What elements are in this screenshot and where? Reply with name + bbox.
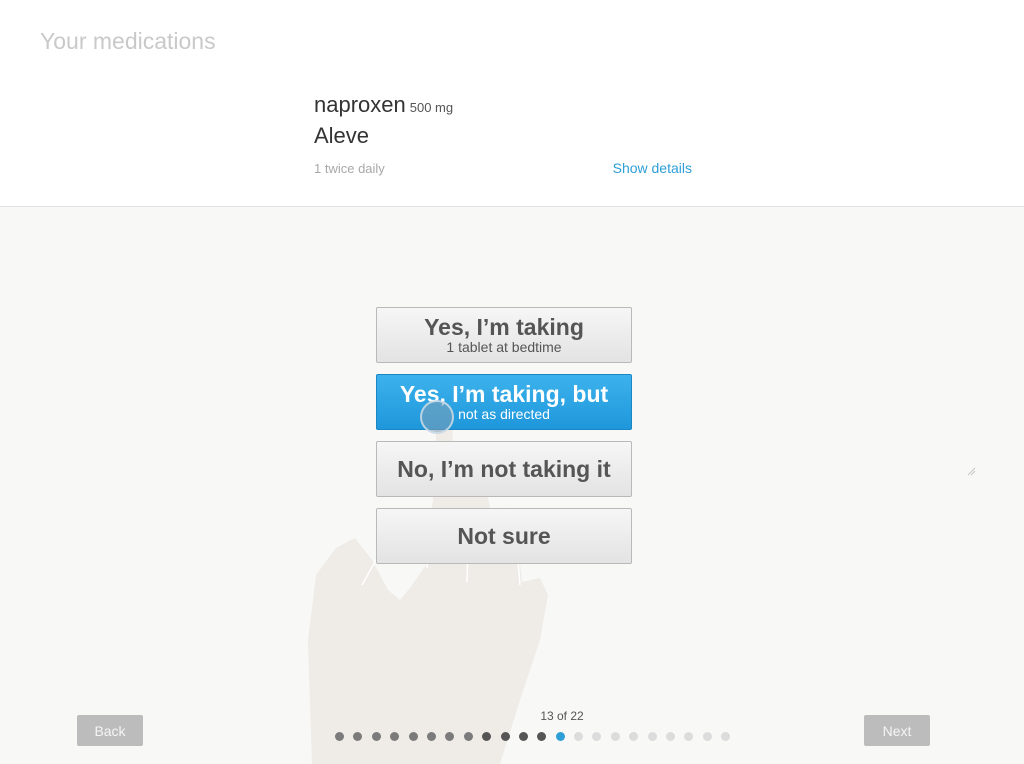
progress-dot: [555, 732, 565, 741]
option-sub-label: 1 tablet at bedtime: [446, 339, 562, 355]
medication-dose: 500 mg: [409, 100, 454, 115]
medication-generic-line: naproxen 500 mg: [314, 92, 694, 121]
next-button[interactable]: Next: [864, 715, 930, 746]
back-button[interactable]: Back: [77, 715, 143, 746]
progress-dot: [408, 732, 418, 741]
medication-generic-name: naproxen: [314, 92, 406, 117]
progress-dot: [463, 732, 473, 741]
option-main-label: Yes, I’m taking: [424, 314, 584, 340]
medication-review-screen: Your medications naproxen 500 mg Aleve 1 …: [0, 0, 1024, 764]
progress-dot: [592, 732, 602, 741]
resize-grip-icon: [966, 466, 976, 476]
option-not-taking[interactable]: No, I’m not taking it: [376, 441, 632, 497]
medication-schedule: 1 twice daily: [314, 161, 385, 176]
progress-dot: [500, 732, 510, 741]
progress-dots: [335, 732, 731, 741]
option-sub-label: not as directed: [458, 406, 550, 422]
option-main-label: No, I’m not taking it: [397, 456, 611, 482]
medication-brand-name: Aleve: [314, 123, 370, 148]
progress-dot: [721, 732, 731, 741]
progress-dot: [335, 732, 344, 741]
option-yes-not-as-directed[interactable]: Yes, I’m taking, but not as directed: [376, 374, 632, 430]
option-not-sure[interactable]: Not sure: [376, 508, 632, 564]
progress-dot: [629, 732, 639, 741]
progress-dot: [684, 732, 694, 741]
progress-dot: [666, 732, 676, 741]
progress-dot: [610, 732, 620, 741]
touch-indicator: [420, 400, 454, 434]
progress-dot: [702, 732, 712, 741]
progress-dot: [426, 732, 436, 741]
progress-dot: [482, 732, 492, 741]
option-yes-taking[interactable]: Yes, I’m taking 1 tablet at bedtime: [376, 307, 632, 363]
answer-options: Yes, I’m taking 1 tablet at bedtime Yes,…: [376, 307, 632, 575]
progress-dot: [647, 732, 657, 741]
progress-dot: [390, 732, 400, 741]
progress-dot: [445, 732, 455, 741]
progress-dot: [353, 732, 363, 741]
progress-dot: [518, 732, 528, 741]
option-main-label: Not sure: [457, 523, 551, 549]
show-details-link[interactable]: Show details: [613, 160, 692, 176]
medication-card: naproxen 500 mg Aleve 1 twice daily Show …: [314, 92, 694, 176]
page-title: Your medications: [40, 28, 216, 54]
medication-header: Your medications naproxen 500 mg Aleve 1 …: [0, 0, 1024, 207]
progress-dot: [537, 732, 547, 741]
progress-dot: [574, 732, 584, 741]
progress-dot: [371, 732, 381, 741]
progress-counter: 13 of 22: [540, 709, 584, 723]
